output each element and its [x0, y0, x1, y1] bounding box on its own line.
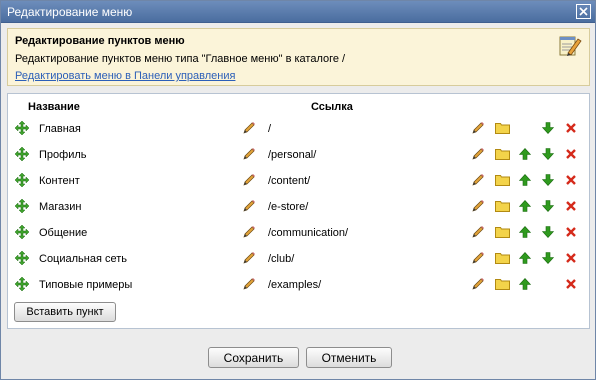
menu-item-link: /communication/ — [268, 227, 349, 239]
menu-item-name: Социальная сеть — [39, 253, 127, 265]
menu-item-name: Контент — [39, 175, 80, 187]
info-box: Редактирование пунктов меню Редактирован… — [7, 28, 590, 86]
edit-link-pencil-icon[interactable] — [471, 173, 485, 190]
column-header-name: Название — [28, 101, 80, 113]
close-button[interactable] — [576, 4, 591, 19]
menu-item-link: /content/ — [268, 175, 311, 187]
edit-link-pencil-icon[interactable] — [471, 277, 485, 294]
move-down-icon[interactable] — [541, 148, 555, 163]
browse-folder-icon[interactable] — [495, 226, 510, 241]
browse-folder-icon[interactable] — [495, 278, 510, 293]
menu-item-name: Главная — [39, 123, 81, 135]
move-down-icon[interactable] — [541, 122, 555, 137]
dialog-titlebar[interactable]: Редактирование меню — [1, 1, 595, 23]
move-icon[interactable] — [14, 276, 30, 294]
menu-items-panel: Название Ссылка Главная / Профиль/personal… — [7, 93, 590, 329]
edit-link-pencil-icon[interactable] — [471, 225, 485, 242]
delete-icon[interactable] — [566, 201, 576, 214]
menu-item-link: /personal/ — [268, 149, 317, 161]
browse-folder-icon[interactable] — [495, 174, 510, 189]
menu-item-link: /examples/ — [268, 279, 322, 291]
move-up-icon[interactable] — [518, 148, 532, 163]
menu-item-row: Социальная сеть/club/ — [8, 246, 591, 272]
edit-name-pencil-icon[interactable] — [242, 121, 256, 138]
edit-link-pencil-icon[interactable] — [471, 121, 485, 138]
move-icon[interactable] — [14, 198, 30, 216]
save-button[interactable]: Сохранить — [208, 347, 299, 368]
dialog-title: Редактирование меню — [7, 5, 133, 19]
info-description: Редактирование пунктов меню типа "Главно… — [15, 53, 346, 65]
menu-item-name: Магазин — [39, 201, 82, 213]
move-icon[interactable] — [14, 172, 30, 190]
delete-icon[interactable] — [566, 123, 576, 136]
edit-name-pencil-icon[interactable] — [242, 147, 256, 164]
edit-link-pencil-icon[interactable] — [471, 147, 485, 164]
edit-name-pencil-icon[interactable] — [242, 225, 256, 242]
notepad-edit-icon — [559, 36, 582, 56]
browse-folder-icon[interactable] — [495, 148, 510, 163]
edit-name-pencil-icon[interactable] — [242, 251, 256, 268]
menu-item-row: Профиль/personal/ — [8, 142, 591, 168]
move-down-icon[interactable] — [541, 200, 555, 215]
menu-item-row: Общение/communication/ — [8, 220, 591, 246]
move-up-icon[interactable] — [518, 252, 532, 267]
move-up-icon[interactable] — [518, 174, 532, 189]
menu-item-name: Типовые примеры — [39, 279, 133, 291]
delete-icon[interactable] — [566, 227, 576, 240]
delete-icon[interactable] — [566, 253, 576, 266]
menu-item-row: Магазин/e-store/ — [8, 194, 591, 220]
menu-item-name: Профиль — [39, 149, 87, 161]
menu-item-link: / — [268, 123, 272, 135]
browse-folder-icon[interactable] — [495, 200, 510, 215]
close-icon — [579, 7, 588, 16]
menu-item-link: /e-store/ — [268, 201, 309, 213]
edit-link-pencil-icon[interactable] — [471, 199, 485, 216]
move-down-icon[interactable] — [541, 174, 555, 189]
edit-menu-dialog: Редактирование меню Редактирование пункт… — [0, 0, 596, 380]
move-up-icon[interactable] — [518, 278, 532, 293]
menu-item-name: Общение — [39, 227, 88, 239]
column-header-link: Ссылка — [311, 101, 353, 113]
edit-name-pencil-icon[interactable] — [242, 199, 256, 216]
delete-icon[interactable] — [566, 149, 576, 162]
move-icon[interactable] — [14, 146, 30, 164]
move-up-icon[interactable] — [518, 200, 532, 215]
move-down-icon[interactable] — [541, 252, 555, 267]
menu-item-row: Контент/content/ — [8, 168, 591, 194]
edit-link-pencil-icon[interactable] — [471, 251, 485, 268]
move-icon[interactable] — [14, 250, 30, 268]
browse-folder-icon[interactable] — [495, 122, 510, 137]
browse-folder-icon[interactable] — [495, 252, 510, 267]
move-icon[interactable] — [14, 120, 30, 138]
menu-item-row: Типовые примеры/examples/ — [8, 272, 591, 298]
move-down-icon[interactable] — [541, 226, 555, 241]
edit-name-pencil-icon[interactable] — [242, 173, 256, 190]
delete-icon[interactable] — [566, 175, 576, 188]
info-heading: Редактирование пунктов меню — [15, 35, 185, 47]
insert-item-button[interactable]: Вставить пункт — [14, 302, 116, 322]
edit-name-pencil-icon[interactable] — [242, 277, 256, 294]
delete-icon[interactable] — [566, 279, 576, 292]
menu-item-link: /club/ — [268, 253, 295, 265]
control-panel-link[interactable]: Редактировать меню в Панели управления — [15, 70, 235, 82]
move-icon[interactable] — [14, 224, 30, 242]
cancel-button[interactable]: Отменить — [306, 347, 392, 368]
move-up-icon[interactable] — [518, 226, 532, 241]
menu-item-row: Главная / — [8, 116, 591, 142]
